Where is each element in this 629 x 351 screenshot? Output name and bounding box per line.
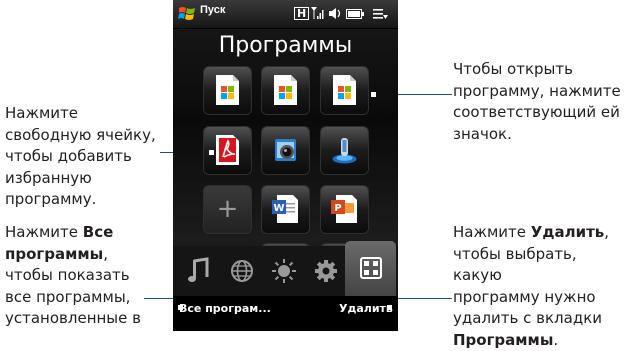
music-icon[interactable] [184, 256, 214, 286]
delete-softkey[interactable]: Удалить [339, 302, 393, 315]
callout-line: значок. [453, 124, 512, 143]
callout-bold: программы [5, 244, 104, 263]
callout-all-programs: Нажмите Все программы, чтобы показать вс… [5, 222, 141, 330]
callout-line: программу, нажмите [453, 81, 621, 100]
callout-bold: Все [82, 223, 114, 241]
callout-pointer [387, 305, 392, 310]
callout-open-program: Чтобы открыть программу, нажмите соответ… [453, 59, 621, 145]
program-tile-1[interactable] [204, 67, 251, 114]
program-tile-3[interactable] [321, 67, 368, 114]
program-tile-2[interactable] [262, 67, 309, 114]
program-tile-9[interactable]: P [321, 186, 368, 233]
callout-line: все программы, [5, 287, 131, 306]
satellite-icon [332, 138, 357, 164]
phone-screen: Пуск H Программы + W P Все програм... Уд… [173, 0, 398, 331]
all-programs-softkey[interactable]: Все програм... [179, 302, 271, 315]
callout-line: соответствующий ей [453, 103, 620, 121]
callout-text: Нажмите [5, 223, 83, 241]
start-label[interactable]: Пуск [200, 4, 225, 16]
callout-line: программу нужно [453, 287, 596, 306]
doc-windows-icon [333, 75, 356, 105]
callout-text: . [553, 330, 559, 349]
callout-line: установленные в [5, 309, 141, 327]
programs-icon[interactable] [356, 253, 386, 283]
program-tile-6[interactable] [321, 127, 368, 174]
page-title: Программы [218, 33, 353, 58]
callout-line: чтобы добавить [5, 147, 132, 165]
callout-line: программу. [5, 190, 97, 208]
callout-line: избранную [5, 168, 92, 187]
h-icon: H [294, 7, 310, 20]
menu-icon[interactable] [372, 7, 388, 21]
callout-add-favorite: Нажмите свободную ячейку, чтобы добавить… [5, 103, 156, 211]
callout-line: удалить с вкладки [453, 309, 602, 327]
callout-text: , [604, 223, 610, 241]
callout-pointer [209, 150, 214, 155]
callout-line: чтобы показать [5, 266, 130, 284]
callout-line: Чтобы открыть [453, 60, 573, 78]
leader-line [392, 298, 452, 300]
doc-windows-icon [274, 75, 297, 105]
adobe-reader-icon [216, 135, 239, 165]
settings-icon[interactable] [311, 256, 341, 286]
internet-icon[interactable] [227, 256, 257, 286]
callout-bold: Удалить [530, 223, 605, 241]
windows-logo[interactable] [178, 5, 196, 23]
powerpoint-icon: P [331, 195, 357, 223]
weather-icon[interactable] [269, 256, 299, 286]
camera-icon [275, 139, 296, 161]
program-tile-8[interactable]: W [262, 186, 309, 233]
battery-icon [346, 9, 364, 19]
callout-bold: Программы [453, 330, 554, 349]
callout-delete: Нажмите Удалить, чтобы выбрать, какую пр… [453, 222, 629, 351]
callout-text: Нажмите [453, 223, 531, 241]
svg-text:W: W [273, 203, 284, 214]
signal-icon[interactable] [310, 6, 324, 20]
svg-text:P: P [334, 203, 341, 214]
callout-line: свободную ячейку, [5, 125, 156, 144]
add-favorite-tile[interactable]: + [204, 186, 251, 233]
callout-line: чтобы выбрать, какую [453, 244, 577, 285]
callout-line: Нажмите [5, 104, 79, 122]
word-icon: W [272, 195, 298, 223]
callout-text: , [103, 244, 108, 263]
callout-pointer [371, 92, 376, 97]
program-tile-5[interactable] [262, 127, 309, 174]
status-bar: Пуск H [173, 0, 398, 29]
volume-icon[interactable] [328, 7, 342, 20]
doc-windows-icon [216, 75, 239, 105]
plus-icon: + [216, 194, 239, 224]
softkey-bar: Все програм... Удалить [173, 296, 398, 331]
